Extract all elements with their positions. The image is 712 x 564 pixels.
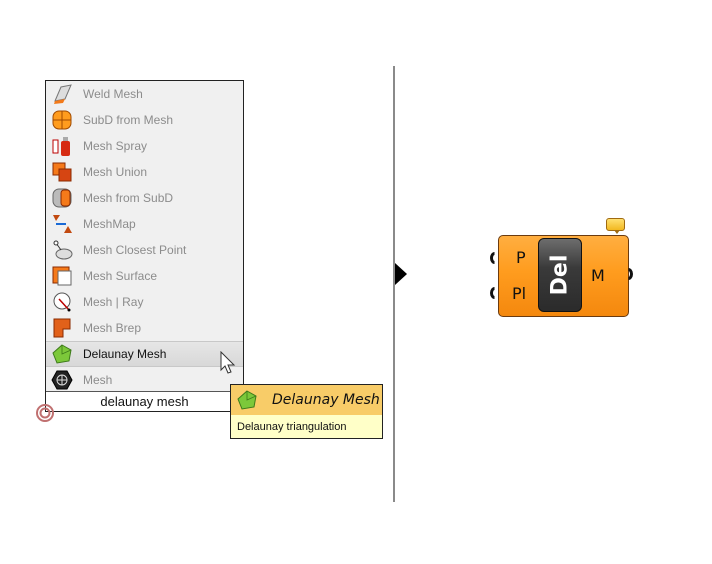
list-item-label: Mesh: [83, 373, 113, 387]
list-item-label: Delaunay Mesh: [83, 347, 167, 361]
component-nickname: Del: [538, 238, 582, 312]
mesh-icon: [51, 369, 73, 391]
input-pin-p[interactable]: P: [516, 248, 526, 267]
mesh-brep-icon: [51, 317, 73, 339]
list-item[interactable]: Delaunay Mesh: [46, 341, 243, 367]
spiral-icon: [36, 404, 54, 422]
list-item[interactable]: Mesh from SubD: [46, 185, 243, 211]
list-item-label: Mesh | Ray: [83, 295, 144, 309]
arrow-right-icon: [395, 263, 407, 285]
mesh-surface-icon: [51, 265, 73, 287]
message-bubble-icon[interactable]: [606, 218, 625, 234]
output-pin-m[interactable]: M: [591, 266, 605, 285]
meshmap-icon: [51, 213, 73, 235]
list-item-label: Weld Mesh: [83, 87, 143, 101]
list-item-label: Mesh Spray: [83, 139, 148, 153]
tooltip-description: Delaunay triangulation: [237, 421, 347, 433]
list-item[interactable]: Mesh Surface: [46, 263, 243, 289]
list-item[interactable]: Mesh Closest Point: [46, 237, 243, 263]
list-item[interactable]: Mesh: [46, 367, 243, 393]
list-item-label: Mesh Surface: [83, 269, 158, 283]
mesh-from-subd-icon: [51, 187, 73, 209]
list-item[interactable]: Mesh Spray: [46, 133, 243, 159]
subd-from-mesh-icon: [51, 109, 73, 131]
mouse-cursor-icon: [220, 351, 236, 374]
list-item[interactable]: MeshMap: [46, 211, 243, 237]
list-item[interactable]: Weld Mesh: [46, 81, 243, 107]
list-item-label: Mesh Closest Point: [83, 243, 187, 257]
delaunay-mesh-icon: [237, 390, 257, 410]
list-item[interactable]: Mesh | Ray: [46, 289, 243, 315]
input-pin-pl[interactable]: Pl: [512, 284, 526, 303]
list-item[interactable]: Mesh Union: [46, 159, 243, 185]
mesh-ray-icon: [51, 291, 73, 313]
list-item[interactable]: SubD from Mesh: [46, 107, 243, 133]
component-search-popup: Weld Mesh SubD from Mesh Mesh Spray Mesh Un…: [45, 80, 244, 412]
mesh-spray-icon: [51, 135, 73, 157]
list-item-label: Mesh from SubD: [83, 191, 174, 205]
weld-mesh-icon: [51, 83, 73, 105]
list-item-label: Mesh Union: [83, 165, 148, 179]
tooltip: Delaunay Mesh Delaunay triangulation: [230, 384, 383, 439]
delaunay-component[interactable]: Del P Pl M: [498, 235, 629, 317]
list-item[interactable]: Mesh Brep: [46, 315, 243, 341]
list-item-label: Mesh Brep: [83, 321, 142, 335]
tooltip-title: Delaunay Mesh: [272, 392, 380, 408]
search-input[interactable]: delaunay mesh: [46, 391, 243, 411]
list-item-label: SubD from Mesh: [83, 113, 174, 127]
delaunay-mesh-icon: [51, 343, 73, 365]
mesh-closest-point-icon: [51, 239, 73, 261]
mesh-union-icon: [51, 161, 73, 183]
list-item-label: MeshMap: [83, 217, 136, 231]
